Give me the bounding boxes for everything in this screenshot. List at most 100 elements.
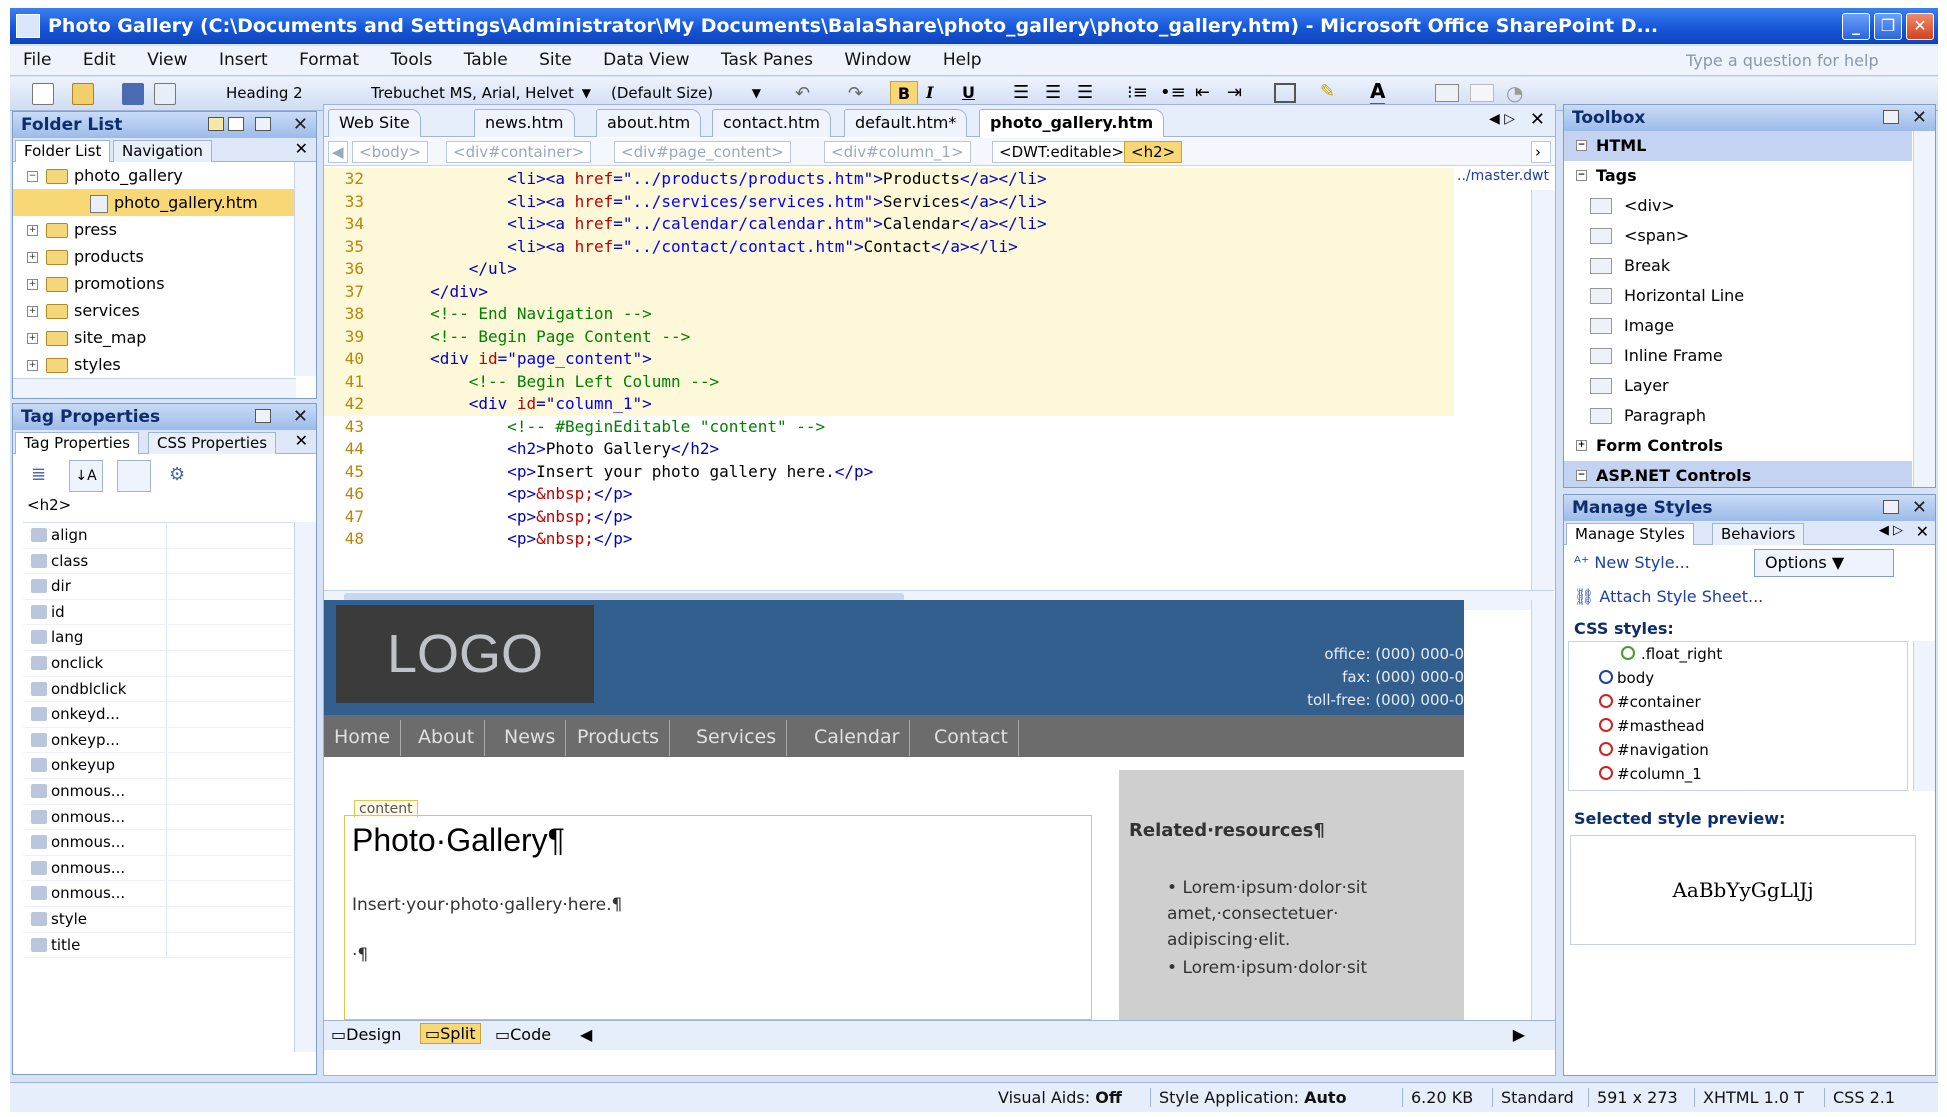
property-value-cell[interactable] [166, 574, 167, 599]
expand-toggle-icon[interactable]: + [27, 225, 38, 236]
tab-about[interactable]: about.htm [596, 109, 702, 137]
table-icon[interactable] [1470, 84, 1494, 102]
code-line[interactable]: 46 <p>&nbsp;</p> [324, 483, 1454, 506]
folder-tree-item[interactable]: + promotions [13, 270, 295, 297]
property-row[interactable]: lang [23, 625, 293, 651]
property-value-cell[interactable] [166, 523, 167, 548]
scroll-right-icon[interactable]: ▶ [1513, 1025, 1525, 1044]
property-value-cell[interactable] [166, 599, 167, 625]
property-value-cell[interactable] [166, 906, 167, 932]
expand-toggle-icon[interactable]: + [27, 333, 38, 344]
crumb-back-icon[interactable]: ◀ [328, 141, 348, 163]
menu-insert[interactable]: Insert [206, 46, 281, 74]
menu-table[interactable]: Table [451, 46, 521, 74]
property-value-cell[interactable] [166, 804, 167, 830]
menu-tools[interactable]: Tools [377, 46, 445, 74]
property-value-cell[interactable] [166, 778, 167, 804]
borders-icon[interactable] [1274, 83, 1296, 103]
attach-style-sheet-link[interactable]: ⛓ Attach Style Sheet... [1574, 587, 1763, 606]
rendering-mode-status[interactable]: Standard [1492, 1088, 1574, 1107]
code-line[interactable]: 48 <p>&nbsp;</p> [324, 528, 1454, 551]
tab-photo-gallery[interactable]: photo_gallery.htm [979, 109, 1165, 137]
save-icon[interactable] [122, 83, 144, 105]
undo-icon[interactable]: ↶ [795, 83, 810, 104]
folder-tree-item[interactable]: + products [13, 243, 295, 270]
help-question-box[interactable]: Type a question for help [1686, 51, 1916, 73]
minimize-button[interactable]: _ [1842, 13, 1870, 40]
css-style-item[interactable]: #container [1569, 690, 1907, 714]
folder-tree-item[interactable]: photo_gallery.htm [13, 189, 295, 216]
maximize-button[interactable]: ❐ [1874, 13, 1902, 40]
tab-css-properties[interactable]: CSS Properties [148, 432, 277, 454]
sidebar-item[interactable]: • Lorem·ipsum·dolor·sit amet,·consectetu… [1167, 875, 1464, 953]
nav-contact[interactable]: Contact [924, 720, 1019, 756]
italic-button[interactable]: I [926, 83, 933, 102]
style-select[interactable]: Heading 2 [220, 82, 352, 106]
code-line[interactable]: 34 <li><a href="../calendar/calendar.htm… [324, 213, 1454, 236]
restore-icon[interactable] [1883, 500, 1899, 514]
menu-format[interactable]: Format [286, 46, 372, 74]
expand-toggle-icon[interactable]: − [1576, 170, 1587, 181]
tab-default[interactable]: default.htm* [844, 109, 968, 137]
page-heading[interactable]: Photo·Gallery¶ [352, 822, 565, 859]
expand-toggle-icon[interactable]: − [27, 171, 38, 182]
folder-tree-item[interactable]: − photo_gallery [13, 162, 295, 189]
menu-file[interactable]: File [10, 46, 64, 74]
property-row[interactable]: onmous... [23, 855, 293, 882]
folder-tree-item[interactable]: + styles [13, 351, 295, 374]
master-page-link[interactable]: ../master.dwt [1457, 168, 1549, 184]
bullet-list-icon[interactable]: •≡ [1160, 82, 1186, 103]
styles-scrollbar[interactable] [1913, 641, 1935, 791]
align-right-icon[interactable]: ☰ [1077, 82, 1093, 103]
close-icon[interactable]: ✕ [1912, 105, 1927, 131]
crumb-column-1[interactable]: <div#column_1> [824, 141, 971, 163]
close-icon[interactable]: ✕ [1530, 109, 1545, 130]
align-center-icon[interactable]: ☰ [1045, 82, 1061, 103]
restore-icon[interactable] [1883, 110, 1899, 124]
empty-paragraph[interactable]: ·¶ [352, 945, 368, 965]
refresh-icon[interactable]: ◔ [1506, 81, 1523, 105]
show-set-properties-icon[interactable] [117, 460, 151, 492]
property-scrollbar[interactable] [294, 522, 316, 1052]
css-style-item[interactable]: #masthead [1569, 714, 1907, 738]
code-line[interactable]: 44 <h2>Photo Gallery</h2> [324, 438, 1454, 461]
style-application-status[interactable]: Style Application: Auto [1150, 1088, 1347, 1107]
nav-calendar[interactable]: Calendar [804, 720, 911, 756]
crumb-menu-icon[interactable]: › [1531, 141, 1551, 163]
page-paragraph[interactable]: Insert·your·photo·gallery·here.¶ [352, 895, 622, 915]
publish-icon[interactable] [154, 83, 176, 105]
tab-navigation[interactable]: Navigation [113, 140, 212, 162]
tab-scroll-icon[interactable]: ◀ ▷ [1879, 523, 1903, 538]
new-page-icon[interactable] [228, 117, 244, 131]
crumb-dwt-editable[interactable]: <DWT:editable> [992, 141, 1131, 163]
close-icon[interactable]: ✕ [293, 112, 308, 138]
toolbox-item[interactable]: Inline Frame [1564, 341, 1912, 371]
folder-tree-item[interactable]: + services [13, 297, 295, 324]
sidebar-item[interactable]: • Lorem·ipsum·dolor·sit [1167, 955, 1464, 981]
css-version-status[interactable]: CSS 2.1 [1824, 1088, 1895, 1107]
code-line[interactable]: 33 <li><a href="../services/services.htm… [324, 190, 1454, 213]
toolbox-scrollbar[interactable] [1913, 131, 1935, 487]
property-row[interactable]: dir [23, 574, 293, 600]
expand-toggle-icon[interactable]: + [27, 360, 38, 371]
property-value-cell[interactable] [166, 753, 167, 778]
code-line[interactable]: 36 </ul> [324, 258, 1454, 281]
restore-icon[interactable] [255, 117, 271, 131]
css-style-item[interactable]: body [1569, 666, 1907, 690]
close-icon[interactable]: ✕ [295, 139, 308, 158]
folder-tree-item[interactable]: + press [13, 216, 295, 243]
align-left-icon[interactable]: ☰ [1013, 82, 1029, 103]
property-value-cell[interactable] [166, 625, 167, 650]
options-button[interactable]: Options ▼ [1754, 549, 1894, 577]
categorize-icon[interactable]: ≣ [31, 464, 57, 490]
tab-news[interactable]: news.htm [474, 109, 575, 137]
design-view[interactable]: LOGO office: (000) 000-0 fax: (000) 000-… [324, 600, 1464, 1020]
numbered-list-icon[interactable]: ⁝≡ [1127, 82, 1148, 103]
new-page-icon[interactable] [32, 83, 54, 105]
folder-horizontal-scrollbar[interactable] [13, 378, 296, 398]
tab-contact[interactable]: contact.htm [712, 109, 831, 137]
code-line[interactable]: 47 <p>&nbsp;</p> [324, 506, 1454, 529]
code-line[interactable]: 38 <!-- End Navigation --> [324, 303, 1454, 326]
code-line[interactable]: 45 <p>Insert your photo gallery here.</p… [324, 461, 1454, 484]
increase-indent-icon[interactable]: ⇥ [1227, 82, 1242, 103]
